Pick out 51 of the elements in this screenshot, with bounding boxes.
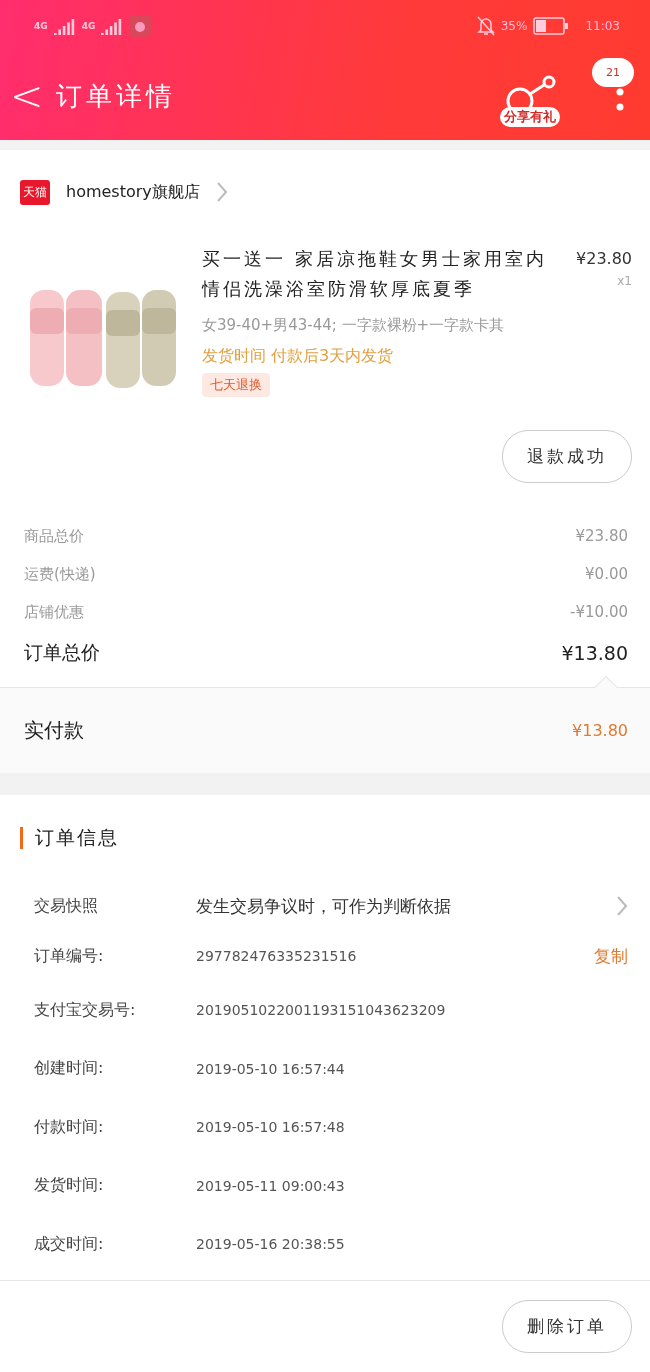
product-title[interactable]: 买一送一 家居凉拖鞋女男士家用室内情侣洗澡浴室防滑软厚底夏季 [202,244,564,304]
bell-off-icon [476,16,495,36]
paid-label: 实付款 [24,717,84,744]
delete-order-button[interactable]: 删除订单 [502,1300,632,1353]
info-value: 2019-05-11 09:00:43 [196,1177,346,1194]
battery-percent: 35% [500,19,528,33]
info-value: 297782476335231516 [196,948,358,964]
product-price: ¥23.80 [576,248,632,270]
summary-value: ¥0.00 [585,565,628,583]
summary-label: 订单总价 [24,640,100,665]
battery-icon [533,17,570,35]
message-badge: 21 [592,58,634,87]
summary-value: ¥13.80 [561,642,628,664]
info-value[interactable]: 发生交易争议时，可作为判断依据 [196,894,616,918]
store-name[interactable]: homestory旗舰店 [66,181,200,203]
summary-value: ¥23.80 [575,527,628,545]
info-label: 发货时间: [34,1175,105,1197]
paid-amount: ¥13.80 [572,721,628,740]
back-button[interactable]: < [10,76,44,116]
signal-icon [101,17,124,35]
info-value: 2019-05-10 16:57:48 [196,1119,346,1136]
store-logo: 天猫 [20,179,50,205]
network-label: 4G [81,21,96,31]
page-title: 订单详情 [55,79,176,113]
share-gift-label[interactable]: 分享有礼 [500,107,560,127]
info-label: 支付宝交易号: [34,999,137,1021]
info-label: 付款时间: [34,1116,105,1138]
info-label: 成交时间: [34,1233,105,1255]
return-tag: 七天退换 [202,373,270,397]
info-value: 2019-05-10 16:57:44 [196,1060,346,1077]
chevron-right-icon [616,895,628,917]
clock: 11:03 [585,19,620,33]
info-label: 创建时间: [34,1058,105,1080]
refund-status-button[interactable]: 退款成功 [502,430,632,483]
shipping-time: 发货时间 付款后3天内发货 [202,346,395,367]
info-label: 订单编号: [34,945,105,967]
app-icon [129,15,152,37]
summary-label: 商品总价 [24,526,84,546]
product-spec: 女39-40+男43-44; 一字款裸粉+一字款卡其 [202,315,506,336]
info-label: 交易快照 [34,895,99,917]
network-label: 4G [34,21,48,31]
summary-value: -¥10.00 [570,603,628,621]
more-icon[interactable] [616,88,624,112]
product-quantity: x1 [617,274,632,288]
signal-icon [53,17,76,35]
info-value: 2019-05-16 20:38:55 [196,1236,346,1253]
info-value: 2019051022001193151043623209 [196,1002,447,1019]
chevron-right-icon [215,181,228,203]
summary-label: 店铺优惠 [24,602,84,622]
summary-label: 运费(快递) [24,564,96,584]
section-title: 订单信息 [35,825,119,850]
